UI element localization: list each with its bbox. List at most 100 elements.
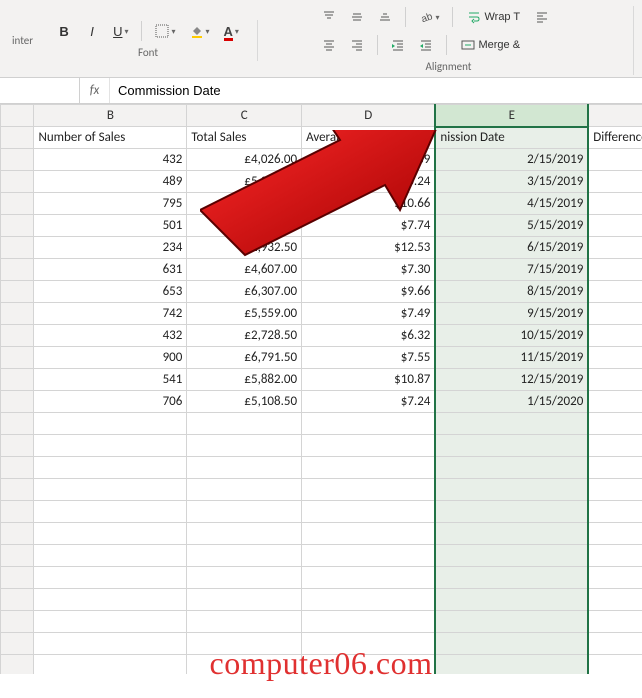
formula-input[interactable] <box>110 78 642 103</box>
cell[interactable]: 742 <box>34 303 187 325</box>
cell[interactable] <box>588 281 642 303</box>
row-header[interactable] <box>1 369 34 391</box>
row-header[interactable] <box>1 457 34 479</box>
select-all-corner[interactable] <box>1 105 34 127</box>
cell[interactable]: Difference from La <box>588 127 642 149</box>
cell[interactable] <box>187 567 302 589</box>
underline-button[interactable]: U▾ <box>109 20 132 42</box>
cell[interactable]: 8/15/2019 <box>435 281 588 303</box>
cell[interactable] <box>187 457 302 479</box>
cell[interactable] <box>34 479 187 501</box>
cell[interactable]: 541 <box>34 369 187 391</box>
cell[interactable]: $7.24 <box>302 391 436 413</box>
cell[interactable] <box>588 633 642 655</box>
cell[interactable] <box>588 171 642 193</box>
cell[interactable] <box>588 149 642 171</box>
fx-button[interactable]: fx <box>80 78 110 103</box>
cell[interactable] <box>187 479 302 501</box>
row-header[interactable] <box>1 303 34 325</box>
cell[interactable]: 12/15/2019 <box>435 369 588 391</box>
merge-button[interactable]: Merge & <box>456 34 525 56</box>
cell[interactable] <box>187 413 302 435</box>
cell[interactable]: 4/15/2019 <box>435 193 588 215</box>
cell[interactable]: $12.53 <box>302 237 436 259</box>
cell[interactable]: £6,307.00 <box>187 281 302 303</box>
row-header[interactable] <box>1 413 34 435</box>
cell[interactable] <box>34 567 187 589</box>
align-bottom-button[interactable] <box>374 6 396 28</box>
cell[interactable]: $10.87 <box>302 369 436 391</box>
cell[interactable]: 795 <box>34 193 187 215</box>
row-header[interactable] <box>1 259 34 281</box>
cell[interactable] <box>435 523 588 545</box>
cell[interactable]: 9/15/2019 <box>435 303 588 325</box>
cell[interactable] <box>435 567 588 589</box>
cell[interactable]: 2/15/2019 <box>435 149 588 171</box>
cell[interactable]: $7.74 <box>302 215 436 237</box>
cell[interactable]: 501 <box>34 215 187 237</box>
borders-button[interactable]: ▾ <box>151 20 179 42</box>
cell[interactable]: £3,8 .00 <box>187 215 302 237</box>
column-header-e[interactable]: E <box>435 105 588 127</box>
font-color-button[interactable]: A ▾ <box>220 20 243 42</box>
bold-button[interactable]: B <box>53 20 75 42</box>
cell[interactable] <box>588 655 642 675</box>
cell[interactable] <box>34 523 187 545</box>
cell[interactable]: Total Sales <box>187 127 302 149</box>
cell[interactable] <box>34 589 187 611</box>
cell[interactable] <box>588 259 642 281</box>
cell[interactable]: 432 <box>34 325 187 347</box>
cell[interactable]: 432 <box>34 149 187 171</box>
cell[interactable]: £4,607.00 <box>187 259 302 281</box>
cell[interactable] <box>588 193 642 215</box>
cell[interactable]: £6,791.50 <box>187 347 302 369</box>
cell[interactable] <box>187 435 302 457</box>
row-header[interactable] <box>1 545 34 567</box>
cell[interactable]: £8,474.50 <box>187 193 302 215</box>
cell[interactable]: $6.32 <box>302 325 436 347</box>
cell[interactable]: £4,026.00 <box>187 149 302 171</box>
row-header[interactable] <box>1 347 34 369</box>
cell[interactable] <box>187 589 302 611</box>
orientation-button[interactable]: ab▾ <box>415 6 443 28</box>
row-header[interactable] <box>1 215 34 237</box>
cell[interactable] <box>34 633 187 655</box>
cell[interactable]: 5/15/2019 <box>435 215 588 237</box>
cell[interactable]: £5,006.50 <box>187 171 302 193</box>
column-header-d[interactable]: D <box>302 105 436 127</box>
cell[interactable] <box>588 215 642 237</box>
row-header[interactable] <box>1 391 34 413</box>
row-header[interactable] <box>1 171 34 193</box>
cell[interactable]: 631 <box>34 259 187 281</box>
align-top-button[interactable] <box>318 6 340 28</box>
cell[interactable] <box>302 479 436 501</box>
cell[interactable]: £5,559.00 <box>187 303 302 325</box>
wrap-text-button[interactable]: Wrap T <box>462 6 525 28</box>
cell[interactable]: 706 <box>34 391 187 413</box>
cell[interactable]: $10.66 <box>302 193 436 215</box>
align-right-button[interactable] <box>346 34 368 56</box>
cell[interactable]: 6/15/2019 <box>435 237 588 259</box>
row-header[interactable] <box>1 281 34 303</box>
cell[interactable] <box>588 479 642 501</box>
cell[interactable] <box>34 545 187 567</box>
spreadsheet-grid[interactable]: B C D E F Number of SalesTotal SalesAver… <box>0 104 642 674</box>
row-header[interactable] <box>1 193 34 215</box>
cell[interactable] <box>302 523 436 545</box>
cell[interactable] <box>34 655 187 675</box>
cell[interactable]: 234 <box>34 237 187 259</box>
cell[interactable] <box>302 567 436 589</box>
column-header-c[interactable]: C <box>187 105 302 127</box>
cell[interactable] <box>435 545 588 567</box>
cell[interactable] <box>588 369 642 391</box>
cell[interactable] <box>302 457 436 479</box>
cell[interactable]: Number of Sales <box>34 127 187 149</box>
increase-indent-button[interactable] <box>415 34 437 56</box>
cell[interactable] <box>34 413 187 435</box>
row-header[interactable] <box>1 523 34 545</box>
cell[interactable] <box>302 545 436 567</box>
cell[interactable] <box>588 347 642 369</box>
cell[interactable]: 10/15/2019 <box>435 325 588 347</box>
row-header[interactable] <box>1 325 34 347</box>
cell[interactable]: 653 <box>34 281 187 303</box>
